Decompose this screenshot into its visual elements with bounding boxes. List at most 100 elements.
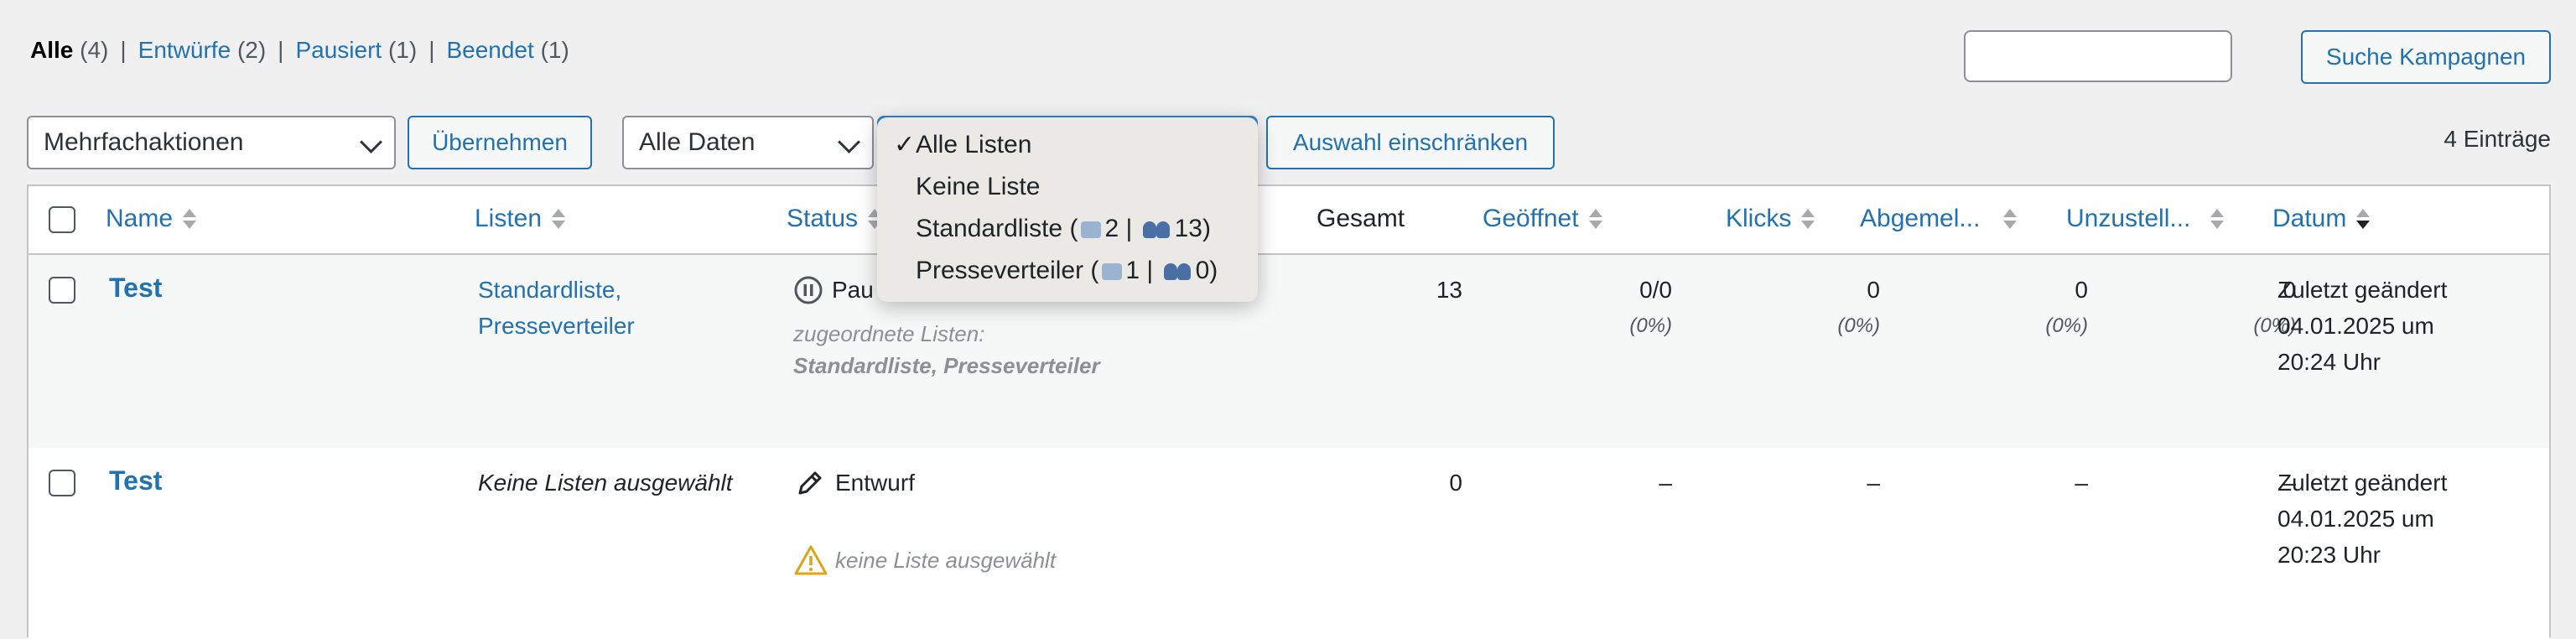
bulk-actions-select[interactable]: Mehrfachaktionen xyxy=(27,116,396,169)
column-label: Klicks xyxy=(1726,205,1792,232)
clicks-value: 0 (0%) xyxy=(1837,272,1880,344)
campaign-status: Entwurf keine Liste ausgewählt xyxy=(793,465,1263,576)
subscribers-icon xyxy=(1142,221,1171,239)
option-label: Presseverteiler ( xyxy=(916,257,1099,284)
sort-icon xyxy=(1801,207,1815,231)
column-label: Status xyxy=(787,205,859,232)
list-filter-dropdown: ✓ Alle Listen Keine Liste Standardliste (… xyxy=(877,117,1258,302)
sort-icon xyxy=(552,207,566,231)
date-line: 20:24 Uhr xyxy=(2277,349,2381,375)
column-unsubscribed[interactable]: Abgemel... xyxy=(1860,205,2018,233)
option-label: Alle Listen xyxy=(916,131,1032,158)
option-count: 13) xyxy=(1174,215,1211,242)
date-line: 20:23 Uhr xyxy=(2277,542,2381,568)
clicks-count: 0 xyxy=(1867,277,1880,303)
filter-ended[interactable]: Beendet (1) xyxy=(446,34,569,67)
campaign-lists: Standardliste, Presseverteiler xyxy=(478,272,635,344)
option-standard-list[interactable]: Standardliste (2 | 13) xyxy=(877,208,1258,250)
filter-label[interactable]: Pausiert xyxy=(295,37,382,63)
column-name[interactable]: Name xyxy=(106,205,197,233)
column-label: Abgemel... xyxy=(1860,205,1981,232)
date-filter-value: Alle Daten xyxy=(639,128,756,156)
column-opened[interactable]: Geöffnet xyxy=(1483,205,1602,233)
date-line: Zuletzt geändert xyxy=(2277,277,2448,303)
campaign-title-link[interactable]: Test xyxy=(109,270,162,306)
filter-count: (4) xyxy=(80,37,109,63)
unsubscribed-value: – xyxy=(2075,470,2088,496)
column-bounced[interactable]: Unzustell... xyxy=(2066,205,2225,233)
option-press-list[interactable]: Presseverteiler (1 | 0) xyxy=(877,250,1258,292)
status-filter-links: Alle (4) | Entwürfe (2) | Pausiert (1) | Beend… xyxy=(30,34,569,67)
option-no-list[interactable]: Keine Liste xyxy=(877,166,1258,208)
list-link[interactable]: Presseverteiler xyxy=(478,308,635,344)
option-count: 2 | xyxy=(1104,215,1140,242)
search-campaigns-button[interactable]: Suche Kampagnen xyxy=(2301,30,2551,84)
column-clicks[interactable]: Klicks xyxy=(1726,205,1815,233)
option-count: 0) xyxy=(1195,257,1218,284)
column-label: Listen xyxy=(475,205,543,232)
filter-paused[interactable]: Pausiert (1) xyxy=(295,34,417,67)
total-value: 0 xyxy=(1449,470,1462,496)
pencil-icon xyxy=(798,471,822,494)
column-label: Datum xyxy=(2272,205,2347,232)
status-note: zugeordnete Listen: xyxy=(793,321,985,346)
newsletter-icon xyxy=(1081,221,1102,239)
unsub-percent: (0%) xyxy=(2045,314,2088,337)
sort-desc-icon xyxy=(2356,207,2371,231)
table-row: Test Standardliste, Presseverteiler Pau … xyxy=(29,255,2549,448)
campaign-title-link[interactable]: Test xyxy=(109,463,162,499)
unsubscribed-value: 0 (0%) xyxy=(2045,272,2088,344)
clicks-percent: (0%) xyxy=(1837,314,1880,337)
filter-drafts[interactable]: Entwürfe (2) xyxy=(138,34,267,67)
column-lists[interactable]: Listen xyxy=(475,205,566,233)
opened-count: 0/0 xyxy=(1639,277,1672,303)
filter-count: (1) xyxy=(387,37,418,63)
search-input[interactable] xyxy=(1964,30,2232,82)
filter-submit-button[interactable]: Auswahl einschränken xyxy=(1266,116,1555,169)
column-date[interactable]: Datum xyxy=(2272,205,2371,233)
list-link[interactable]: Standardliste, xyxy=(478,272,635,308)
column-total: Gesamt xyxy=(1317,205,1405,233)
status-label: Entwurf xyxy=(835,470,915,496)
separator: | xyxy=(278,37,284,63)
status-note-lists: Standardliste, Presseverteiler xyxy=(793,353,1100,378)
date-line: 04.01.2025 um xyxy=(2277,506,2434,532)
filter-all[interactable]: Alle (4) xyxy=(30,34,108,67)
row-checkbox[interactable] xyxy=(49,470,75,496)
separator: | xyxy=(428,37,435,63)
newsletter-icon xyxy=(1102,263,1123,281)
campaigns-table: Name Listen Status Gesamt Geöffnet Klick… xyxy=(27,184,2551,639)
apply-button[interactable]: Übernehmen xyxy=(408,116,592,169)
opened-percent: (0%) xyxy=(1629,314,1672,337)
select-all-checkbox[interactable] xyxy=(49,206,75,233)
column-label: Geöffnet xyxy=(1483,205,1579,232)
opened-value: 0/0 (0%) xyxy=(1629,272,1672,344)
campaign-lists: Keine Listen ausgewählt xyxy=(478,470,733,496)
bulk-actions-value: Mehrfachaktionen xyxy=(44,128,244,156)
table-row: Test Keine Listen ausgewählt Entwurf kei… xyxy=(29,448,2549,639)
date-filter-select[interactable]: Alle Daten xyxy=(622,116,874,169)
date-value: Zuletzt geändert 04.01.2025 um 20:23 Uhr xyxy=(2277,465,2447,573)
sort-icon xyxy=(1588,207,1602,231)
filter-label[interactable]: Entwürfe xyxy=(138,37,231,63)
clicks-value: – xyxy=(1867,470,1880,496)
total-value: 13 xyxy=(1436,277,1462,303)
column-label: Name xyxy=(106,205,174,232)
filter-count: (1) xyxy=(540,37,569,63)
unsub-count: 0 xyxy=(2075,277,2088,303)
row-checkbox[interactable] xyxy=(49,277,75,304)
separator: | xyxy=(120,37,127,63)
chevron-down-icon xyxy=(360,131,382,153)
sort-icon xyxy=(2003,207,2018,231)
warning-icon xyxy=(794,545,828,575)
option-all-lists[interactable]: ✓ Alle Listen xyxy=(877,124,1258,166)
filter-label[interactable]: Beendet xyxy=(446,37,533,63)
date-value: Zuletzt geändert 04.01.2025 um 20:24 Uhr xyxy=(2277,272,2447,380)
column-status[interactable]: Status xyxy=(787,205,882,233)
date-line: 04.01.2025 um xyxy=(2277,313,2434,339)
option-label: Keine Liste xyxy=(916,173,1041,200)
table-header: Name Listen Status Gesamt Geöffnet Klick… xyxy=(29,186,2549,255)
sort-icon xyxy=(183,207,197,231)
status-label: Pau xyxy=(832,277,874,303)
sort-icon xyxy=(2210,207,2225,231)
